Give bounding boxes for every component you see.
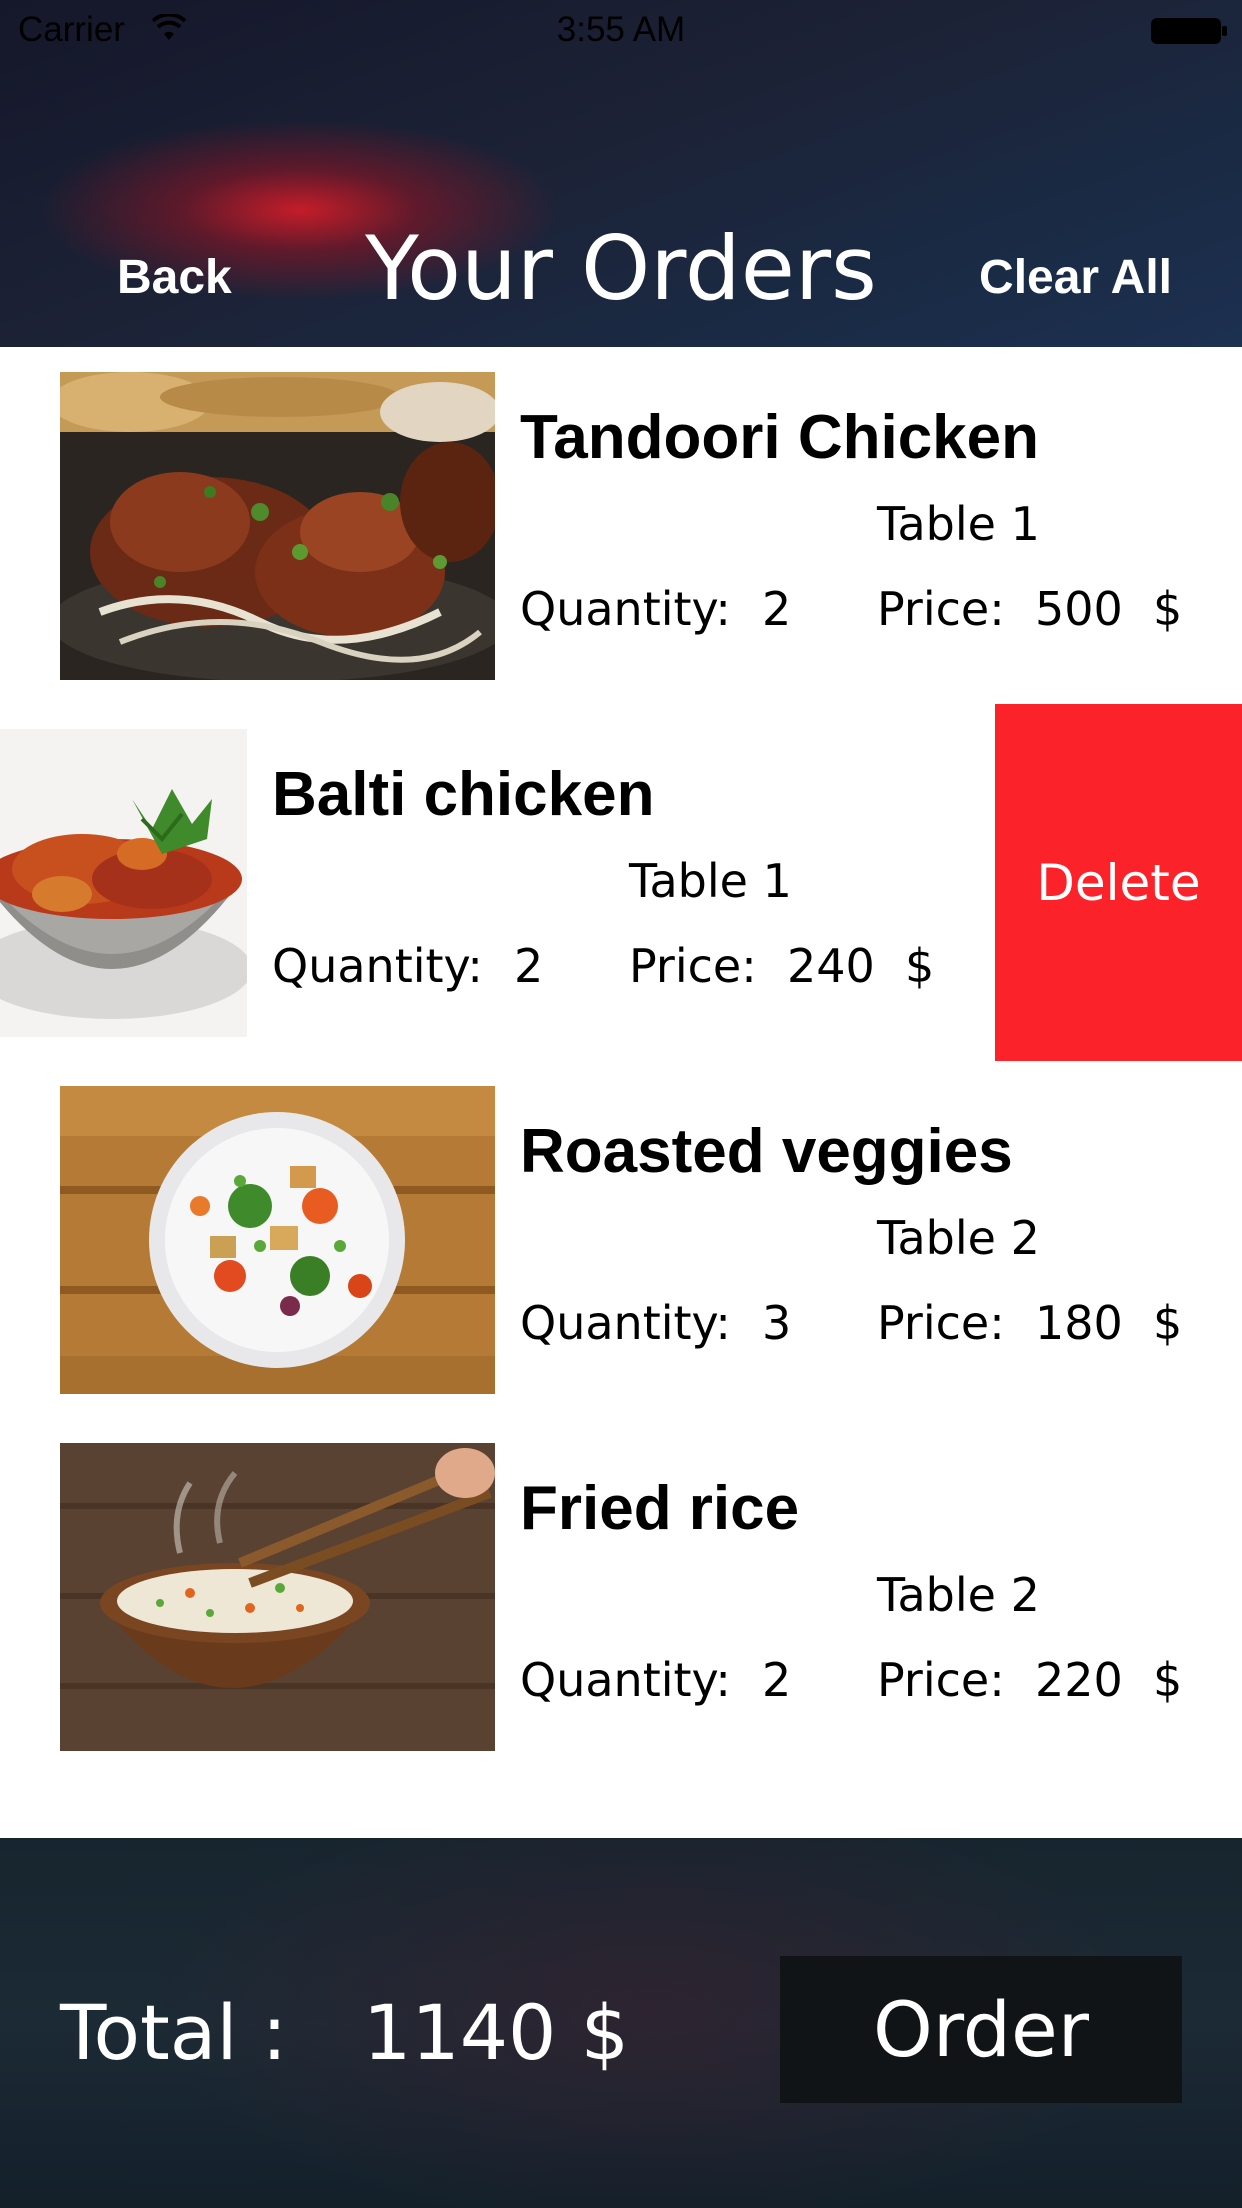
price-value: 500 <box>1035 582 1123 636</box>
quantity-label: Quantity: <box>520 1296 731 1350</box>
total-label: Total : <box>60 1988 288 2077</box>
price-label: Price: <box>877 582 1005 636</box>
quantity-label: Quantity: <box>272 939 483 993</box>
table-label: Table 1 <box>629 854 792 908</box>
quantity-value: 3 <box>762 1296 792 1350</box>
delete-button[interactable]: Delete <box>995 704 1242 1061</box>
tandoori-chicken-photo <box>60 372 495 680</box>
battery-icon <box>1151 18 1227 44</box>
balti-chicken-photo <box>0 729 247 1037</box>
order-button[interactable]: Order <box>780 1956 1182 2103</box>
quantity-value: 2 <box>762 1653 792 1707</box>
quantity-value: 2 <box>762 582 792 636</box>
quantity-label: Quantity: <box>520 582 731 636</box>
order-row[interactable]: Tandoori Chicken Table 1 Quantity: 2 Pri… <box>0 347 1242 704</box>
order-row-content: Balti chicken Table 1 Quantity: 2 Price:… <box>0 704 994 1061</box>
price-label: Price: <box>629 939 757 993</box>
total-value: 1140 $ <box>363 1988 629 2077</box>
header: Carrier 3:55 AM Back Your Orders Clear A… <box>0 0 1242 347</box>
order-row-content: Roasted veggies Table 2 Quantity: 3 Pric… <box>0 1061 1242 1418</box>
order-row[interactable]: Fried rice Table 2 Quantity: 2 Price: 22… <box>0 1418 1242 1775</box>
dish-name: Tandoori Chicken <box>520 403 1040 472</box>
dish-name: Roasted veggies <box>520 1117 1013 1186</box>
footer: Total : 1140 $ Order <box>0 1838 1242 2208</box>
fried-rice-photo <box>60 1443 495 1751</box>
order-row-content: Fried rice Table 2 Quantity: 2 Price: 22… <box>0 1418 1242 1775</box>
currency-symbol: $ <box>1153 582 1183 636</box>
status-time: 3:55 AM <box>556 10 686 49</box>
price-label: Price: <box>877 1296 1005 1350</box>
clear-all-button[interactable]: Clear All <box>979 250 1172 305</box>
price-label: Price: <box>877 1653 1005 1707</box>
status-bar: Carrier 3:55 AM <box>0 0 1242 60</box>
table-label: Table 2 <box>877 1211 1040 1265</box>
currency-symbol: $ <box>1153 1653 1183 1707</box>
order-row[interactable]: Roasted veggies Table 2 Quantity: 3 Pric… <box>0 1061 1242 1418</box>
table-label: Table 2 <box>877 1568 1040 1622</box>
price-value: 220 <box>1035 1653 1123 1707</box>
roasted-veggies-photo <box>60 1086 495 1394</box>
currency-symbol: $ <box>905 939 935 993</box>
order-row[interactable]: Balti chicken Table 1 Quantity: 2 Price:… <box>0 704 1242 1061</box>
order-row-content: Tandoori Chicken Table 1 Quantity: 2 Pri… <box>0 347 1242 704</box>
currency-symbol: $ <box>1153 1296 1183 1350</box>
table-label: Table 1 <box>877 497 1040 551</box>
quantity-label: Quantity: <box>520 1653 731 1707</box>
price-value: 240 <box>787 939 875 993</box>
dish-name: Balti chicken <box>272 760 655 829</box>
dish-name: Fried rice <box>520 1474 800 1543</box>
price-value: 180 <box>1035 1296 1123 1350</box>
quantity-value: 2 <box>514 939 544 993</box>
order-list[interactable]: Tandoori Chicken Table 1 Quantity: 2 Pri… <box>0 347 1242 1837</box>
